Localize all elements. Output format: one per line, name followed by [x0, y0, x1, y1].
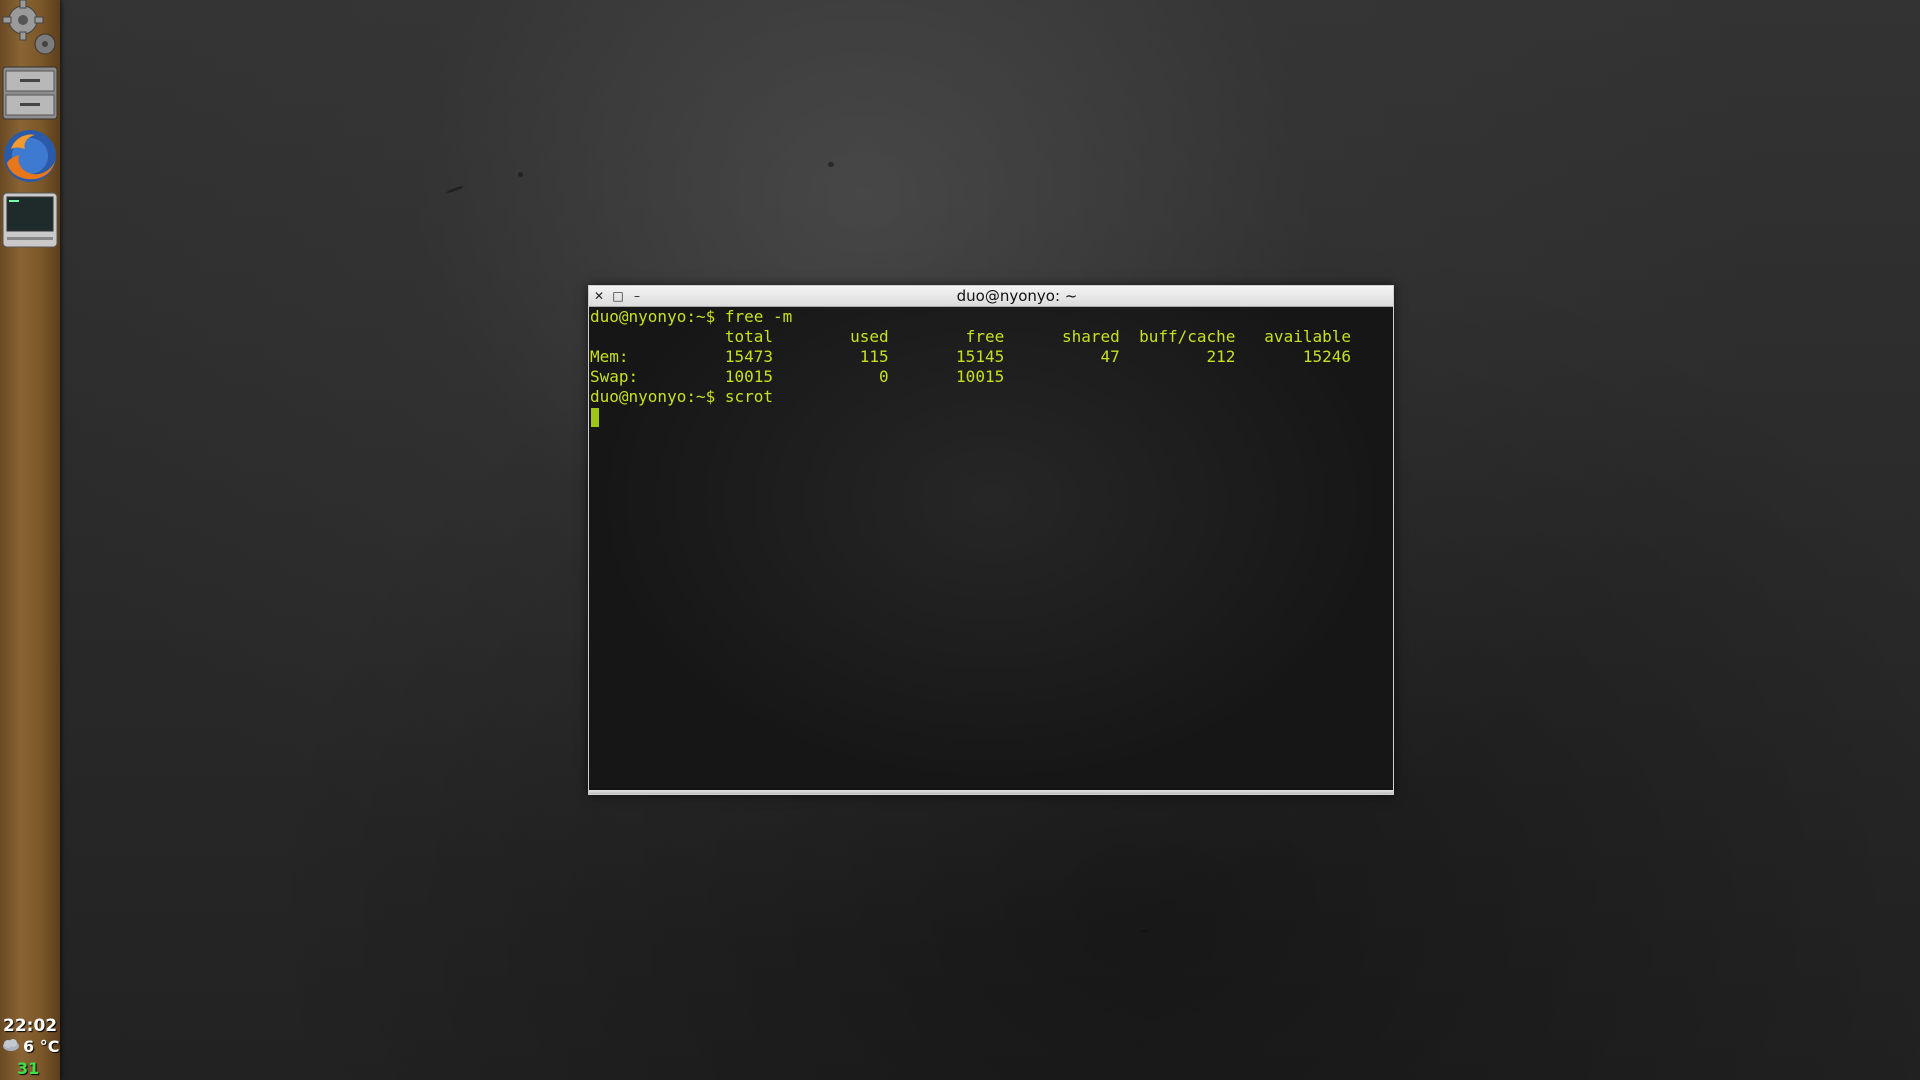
maximize-button[interactable]: □ [610, 288, 626, 304]
weather-widget: 6 °C [2, 1037, 59, 1056]
terminal-line: Mem: 15473 115 15145 47 212 15246 [590, 347, 1351, 366]
status-number: 31 [17, 1059, 40, 1078]
wallpaper-speck [518, 172, 523, 177]
wallpaper-speck [446, 185, 464, 194]
close-button[interactable]: ✕ [591, 288, 607, 304]
terminal-line: total used free shared buff/cache availa… [590, 327, 1351, 346]
terminal-output[interactable]: duo@nyonyo:~$ free -m total used free sh… [589, 307, 1393, 789]
minimize-button[interactable]: – [629, 288, 645, 304]
terminal-line: duo@nyonyo:~$ scrot [590, 387, 774, 406]
weather-temperature: 6 °C [23, 1037, 60, 1056]
terminal-window: duo@nyonyo: ~ ✕ □ – duo@nyonyo:~$ free -… [588, 285, 1394, 795]
firefox-icon[interactable] [1, 127, 59, 185]
cloud-icon [2, 1037, 20, 1056]
gear-icon[interactable] [1, 0, 59, 58]
title-bar[interactable]: duo@nyonyo: ~ ✕ □ – [589, 286, 1393, 307]
resize-handle[interactable] [589, 790, 1393, 794]
drawer-icon[interactable] [1, 63, 59, 121]
wallpaper-speck [828, 162, 834, 167]
terminal-line: Swap: 10015 0 10015 [590, 367, 1005, 386]
text-cursor [591, 408, 599, 427]
clock-time: 22:02 [3, 1016, 58, 1036]
dock: 22:02 6 °C 31 [0, 0, 60, 1080]
wallpaper-speck [1140, 930, 1150, 932]
window-title: duo@nyonyo: ~ [956, 287, 1078, 305]
monitor-icon[interactable] [1, 191, 59, 249]
terminal-line: duo@nyonyo:~$ free -m [590, 307, 793, 326]
